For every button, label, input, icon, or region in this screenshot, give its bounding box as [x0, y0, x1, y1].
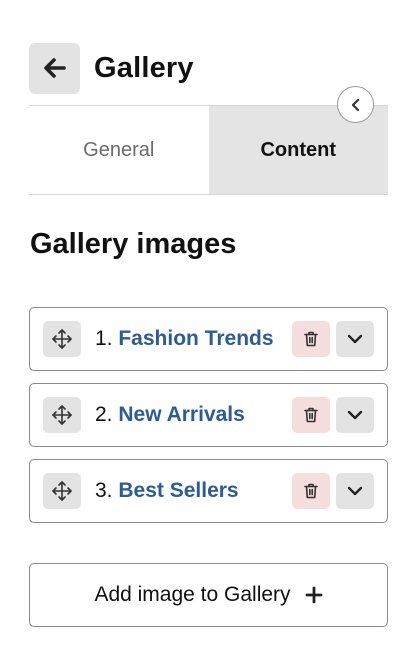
- move-icon: [52, 481, 72, 501]
- chevron-left-icon: [351, 98, 359, 111]
- panel-header: Gallery: [29, 42, 194, 94]
- section-heading: Gallery images: [30, 228, 237, 260]
- tab-bar: General Content: [29, 105, 388, 195]
- expand-image-button[interactable]: [336, 321, 374, 357]
- drag-handle[interactable]: [43, 321, 81, 357]
- collapse-panel-button[interactable]: [337, 86, 374, 123]
- tab-general[interactable]: General: [29, 106, 209, 194]
- add-image-button[interactable]: Add image to Gallery: [29, 563, 388, 627]
- move-icon: [52, 405, 72, 425]
- gallery-image-item: 2. New Arrivals: [29, 383, 388, 447]
- chevron-down-icon: [347, 486, 363, 496]
- chevron-down-icon: [347, 410, 363, 420]
- gallery-image-item: 3. Best Sellers: [29, 459, 388, 523]
- drag-handle[interactable]: [43, 397, 81, 433]
- plus-icon: [305, 586, 323, 604]
- chevron-down-icon: [347, 334, 363, 344]
- gallery-image-title[interactable]: New Arrivals: [118, 403, 244, 426]
- gallery-image-list: 1. Fashion Trends 2. New Arrivals 3. Bes…: [29, 307, 388, 535]
- delete-image-button[interactable]: [292, 397, 330, 433]
- move-icon: [52, 329, 72, 349]
- gallery-image-number: 2.: [95, 403, 113, 426]
- delete-image-button[interactable]: [292, 473, 330, 509]
- back-button[interactable]: [29, 42, 80, 94]
- expand-image-button[interactable]: [336, 397, 374, 433]
- gallery-image-title[interactable]: Fashion Trends: [118, 327, 273, 350]
- gallery-image-label: 2. New Arrivals: [95, 403, 286, 427]
- trash-icon: [304, 483, 318, 499]
- gallery-image-label: 3. Best Sellers: [95, 479, 286, 503]
- gallery-image-title[interactable]: Best Sellers: [118, 479, 238, 502]
- delete-image-button[interactable]: [292, 321, 330, 357]
- arrow-left-icon: [43, 58, 66, 78]
- gallery-image-item: 1. Fashion Trends: [29, 307, 388, 371]
- gallery-image-number: 3.: [95, 479, 113, 502]
- page-title: Gallery: [94, 51, 194, 84]
- add-image-label: Add image to Gallery: [94, 583, 291, 606]
- trash-icon: [304, 407, 318, 423]
- gallery-panel: Gallery General Content Gallery images 1…: [0, 0, 404, 666]
- trash-icon: [304, 331, 318, 347]
- gallery-image-label: 1. Fashion Trends: [95, 327, 286, 351]
- gallery-image-number: 1.: [95, 327, 113, 350]
- drag-handle[interactable]: [43, 473, 81, 509]
- expand-image-button[interactable]: [336, 473, 374, 509]
